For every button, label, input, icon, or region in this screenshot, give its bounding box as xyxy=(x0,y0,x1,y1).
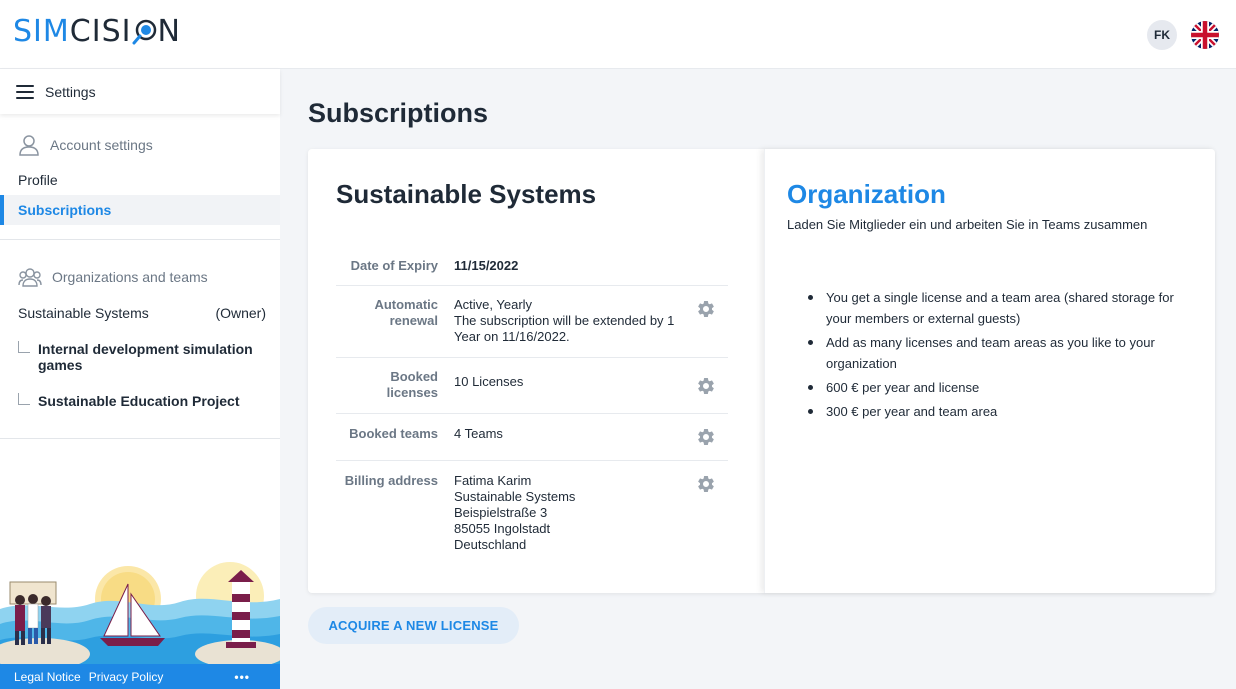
seaside-illustration xyxy=(0,554,280,664)
team-name: Internal development simulation games xyxy=(38,341,253,373)
organizations-header: Organizations and teams xyxy=(18,266,208,288)
subscription-card: Sustainable Systems Date of Expiry 11/15… xyxy=(308,149,1215,593)
row-value: 10 Licenses xyxy=(454,374,524,389)
top-bar: SIMCISI N FK xyxy=(0,0,1236,69)
privacy-policy-link[interactable]: Privacy Policy xyxy=(89,670,164,684)
row-value: 11/15/2022 xyxy=(454,258,519,273)
row-label: Booked licenses xyxy=(386,369,438,400)
more-options-icon[interactable]: ••• xyxy=(234,670,250,684)
account-settings-header: Account settings xyxy=(18,134,153,156)
legal-notice-link[interactable]: Legal Notice xyxy=(14,670,81,684)
plan-feature: 300 € per year and team area xyxy=(808,401,1188,422)
org-name: Sustainable Systems xyxy=(18,305,149,321)
acquire-new-license-button[interactable]: ACQUIRE A NEW LICENSE xyxy=(308,607,519,644)
row-value: Active, Yearly The subscription will be … xyxy=(454,297,675,344)
uk-flag-icon[interactable] xyxy=(1191,21,1219,49)
logo-magnifier-icon xyxy=(132,19,157,45)
group-icon xyxy=(18,268,42,287)
row-label: Booked teams xyxy=(349,426,438,441)
sidebar: Settings Account settings Profile Subscr… xyxy=(0,69,280,689)
logo-part-n: N xyxy=(157,14,181,49)
sidebar-item-label: Subscriptions xyxy=(18,202,112,218)
row-label: Date of Expiry xyxy=(350,258,438,273)
row-label: Billing address xyxy=(344,473,438,488)
row-label: Automatic renewal xyxy=(374,297,438,328)
subscription-details: Sustainable Systems Date of Expiry 11/15… xyxy=(308,149,764,593)
tree-branch-icon xyxy=(18,393,30,405)
subscription-name: Sustainable Systems xyxy=(336,179,597,209)
plan-feature: Add as many licenses and team areas as y… xyxy=(808,332,1188,374)
plan-subtitle: Laden Sie Mitglieder ein und arbeiten Si… xyxy=(787,217,1148,232)
sidebar-divider xyxy=(0,438,280,439)
settings-label: Settings xyxy=(45,83,96,100)
row-value: Fatima Karim Sustainable Systems Beispie… xyxy=(454,473,576,552)
row-date-of-expiry: Date of Expiry 11/15/2022 xyxy=(336,249,728,286)
organizations-label: Organizations and teams xyxy=(52,269,208,285)
logo-text: SIMCISI N xyxy=(13,14,181,50)
row-booked-teams: Booked teams 4 Teams xyxy=(336,414,728,461)
plan-details: Organization Laden Sie Mitglieder ein un… xyxy=(764,149,1215,593)
account-settings-label: Account settings xyxy=(50,137,153,153)
gear-icon[interactable] xyxy=(696,427,716,447)
row-automatic-renewal: Automatic renewal Active, Yearly The sub… xyxy=(336,286,728,358)
plan-feature: You get a single license and a team area… xyxy=(808,287,1188,329)
gear-icon[interactable] xyxy=(696,376,716,396)
sidebar-footer: Legal Notice Privacy Policy ••• xyxy=(0,664,280,689)
plan-features-list: You get a single license and a team area… xyxy=(808,287,1188,425)
logo-part-cisi: CISI xyxy=(69,14,132,49)
sidebar-item-profile[interactable]: Profile xyxy=(0,165,280,195)
user-avatar[interactable]: FK xyxy=(1147,20,1177,50)
sidebar-item-label: Profile xyxy=(18,172,58,188)
plan-feature: 600 € per year and license xyxy=(808,377,1188,398)
team-name: Sustainable Education Project xyxy=(38,393,240,409)
gear-icon[interactable] xyxy=(696,474,716,494)
gear-icon[interactable] xyxy=(696,299,716,319)
hamburger-icon[interactable] xyxy=(16,84,34,99)
page-title: Subscriptions xyxy=(308,98,489,128)
logo-part-sim: SIM xyxy=(13,14,70,49)
org-role: (Owner) xyxy=(215,305,266,321)
team-item-sustainable-education[interactable]: Sustainable Education Project xyxy=(18,393,268,409)
simcision-logo[interactable]: SIMCISI N xyxy=(13,14,181,50)
row-billing-address: Billing address Fatima Karim Sustainable… xyxy=(336,461,728,561)
user-icon xyxy=(19,135,39,156)
row-booked-licenses: Booked licenses 10 Licenses xyxy=(336,358,728,414)
tree-branch-icon xyxy=(18,341,30,353)
org-item-sustainable-systems[interactable]: Sustainable Systems (Owner) xyxy=(18,305,266,321)
sidebar-item-subscriptions[interactable]: Subscriptions xyxy=(0,195,280,225)
sidebar-divider xyxy=(0,239,280,240)
plan-title: Organization xyxy=(787,179,946,209)
team-item-internal-development[interactable]: Internal development simulation games xyxy=(18,341,268,373)
row-value: 4 Teams xyxy=(454,426,503,441)
settings-menu-toggle[interactable]: Settings xyxy=(0,69,280,114)
